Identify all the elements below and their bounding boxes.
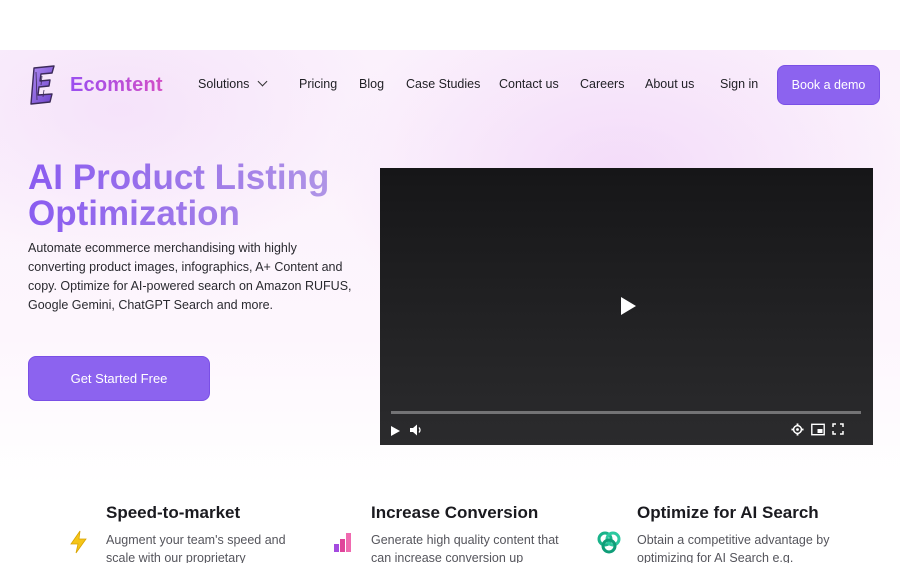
feature-title: Speed-to-market (106, 503, 241, 522)
nav-careers[interactable]: Careers (580, 77, 624, 91)
miniplayer-icon[interactable] (811, 423, 825, 436)
settings-icon[interactable] (791, 423, 804, 436)
hero-description: Automate ecommerce merchandising with hi… (28, 241, 352, 312)
brand-logo[interactable]: Ecomtent (28, 64, 163, 106)
nav-about-us[interactable]: About us (645, 77, 694, 91)
brand-name: Ecomtent (70, 73, 163, 96)
nav-solutions-label: Solutions (198, 77, 250, 91)
feature-description: Augment your team's speed and scale with… (106, 533, 286, 563)
nav-contact-us[interactable]: Contact us (499, 77, 559, 91)
top-strip (0, 0, 900, 50)
feature-title: Increase Conversion (371, 503, 539, 522)
play-icon[interactable] (621, 297, 636, 315)
video-player[interactable] (380, 168, 873, 445)
feature-description: Generate high quality content that can i… (371, 533, 559, 563)
sign-in-link[interactable]: Sign in (720, 77, 758, 91)
bar-chart-icon (334, 533, 351, 552)
volume-icon[interactable] (409, 423, 423, 437)
nav-pricing[interactable]: Pricing (299, 77, 337, 91)
nav-case-studies[interactable]: Case Studies (406, 77, 480, 91)
nav-blog[interactable]: Blog (359, 77, 384, 91)
chevron-down-icon (257, 76, 268, 87)
nav-solutions[interactable]: Solutions (198, 76, 268, 91)
book-demo-button[interactable]: Book a demo (777, 65, 880, 105)
ecomtent-logo-icon (30, 65, 55, 105)
get-started-button[interactable]: Get Started Free (28, 356, 210, 401)
feature-description: Obtain a competitive advantage by optimi… (637, 533, 830, 563)
fullscreen-icon[interactable] (832, 423, 844, 435)
ai-knot-icon (597, 531, 621, 554)
play-icon[interactable] (391, 426, 400, 436)
lightning-icon (70, 530, 87, 554)
top-navigation: Ecomtent Solutions Pricing Blog Case Stu… (0, 50, 900, 120)
video-progress-bar[interactable] (391, 411, 861, 414)
hero-title: AI Product Listing Optimization (28, 160, 358, 232)
feature-title: Optimize for AI Search (637, 503, 819, 522)
